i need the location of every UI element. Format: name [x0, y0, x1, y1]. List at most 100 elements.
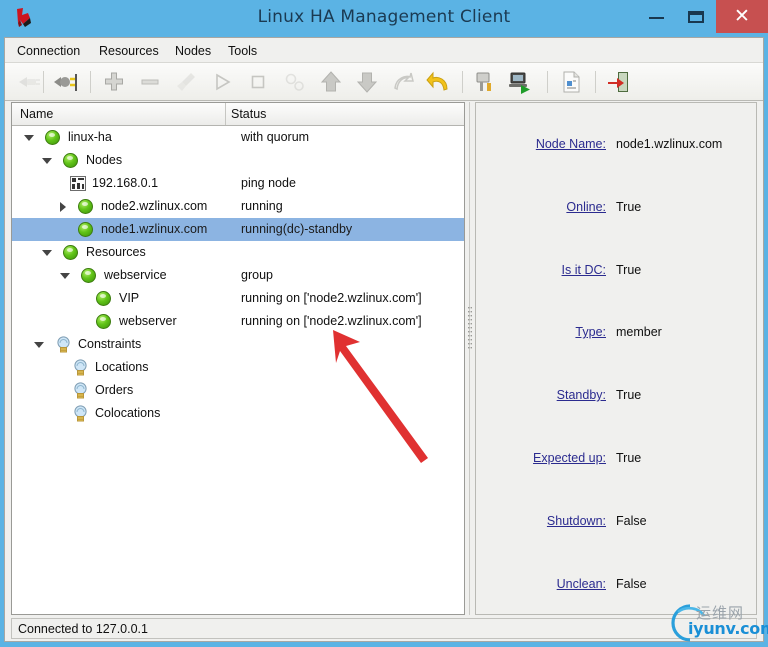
chevron-down-icon[interactable] [42, 250, 52, 256]
table-row[interactable]: linux-ha with quorum [12, 126, 464, 149]
chevron-right-icon[interactable] [60, 202, 66, 212]
close-button[interactable]: ✕ [716, 0, 768, 33]
table-row[interactable]: Nodes [12, 149, 464, 172]
detail-label-expected-up[interactable]: Expected up: [496, 450, 606, 466]
detail-label-type[interactable]: Type: [496, 324, 606, 340]
detail-value-shutdown: False [616, 514, 647, 528]
disconnect-icon[interactable] [15, 68, 43, 96]
bulb-icon [56, 336, 71, 353]
chevron-down-icon[interactable] [60, 273, 70, 279]
chevron-down-icon[interactable] [34, 342, 44, 348]
move-down-icon[interactable] [353, 68, 381, 96]
green-ball-icon [96, 314, 111, 329]
client-area: Connection Resources Nodes Tools Name St… [4, 37, 764, 642]
splitter-line [469, 102, 470, 615]
node-online-icon[interactable] [506, 68, 534, 96]
tree-node-label: Nodes [86, 153, 123, 167]
detail-value-type: member [616, 325, 662, 339]
green-ball-icon [96, 291, 111, 306]
menu-connection[interactable]: Connection [11, 42, 86, 60]
toolbar [5, 63, 763, 101]
green-ball-icon [78, 222, 93, 237]
bulb-icon [73, 359, 88, 376]
tree-node-label: node1.wzlinux.com [101, 222, 208, 236]
detail-value-standby: True [616, 388, 642, 402]
tree-node-status: running on ['node2.wzlinux.com'] [241, 291, 422, 305]
splitter-grip-icon[interactable] [468, 307, 472, 351]
table-row[interactable]: Colocations [12, 402, 464, 425]
table-row[interactable]: 192.168.0.1 ping node [12, 172, 464, 195]
add-icon[interactable] [100, 68, 128, 96]
table-row[interactable]: Constraints [12, 333, 464, 356]
manage-icon[interactable] [280, 68, 308, 96]
tree-node-label: linux-ha [68, 130, 112, 144]
revert-icon[interactable] [425, 68, 453, 96]
table-row[interactable]: Locations [12, 356, 464, 379]
table-row[interactable]: Resources [12, 241, 464, 264]
toolbar-separator [595, 71, 596, 93]
cleanup-icon[interactable] [172, 68, 200, 96]
menu-resources[interactable]: Resources [93, 42, 165, 60]
ping-node-icon [70, 176, 86, 191]
chevron-down-icon[interactable] [24, 135, 34, 141]
standby-icon[interactable] [471, 68, 499, 96]
tree-node-label: Orders [95, 383, 134, 397]
connection-status-text: Connected to 127.0.0.1 [18, 622, 148, 636]
tree-node-status: running [241, 199, 283, 213]
detail-label-online[interactable]: Online: [496, 199, 606, 215]
column-header-name[interactable]: Name [20, 106, 53, 123]
tree-node-label: webservice [104, 268, 167, 282]
bulb-icon [73, 382, 88, 399]
status-bar: Connected to 127.0.0.1 [11, 618, 757, 639]
toolbar-separator [462, 71, 463, 93]
start-icon[interactable] [208, 68, 236, 96]
tree-node-label: node2.wzlinux.com [101, 199, 208, 213]
remove-icon[interactable] [136, 68, 164, 96]
move-up-icon[interactable] [317, 68, 345, 96]
cluster-tree-pane: Name Status linux-ha with quorum Nodes 1… [11, 102, 465, 615]
tree-node-label: Locations [95, 360, 149, 374]
detail-label-shutdown[interactable]: Shutdown: [496, 513, 606, 529]
migrate-icon[interactable] [389, 68, 417, 96]
connect-icon[interactable] [51, 68, 79, 96]
detail-value-unclean: False [616, 577, 647, 591]
chevron-down-icon[interactable] [42, 158, 52, 164]
menu-bar: Connection Resources Nodes Tools [5, 38, 763, 63]
green-ball-icon [63, 245, 78, 260]
green-ball-icon [63, 153, 78, 168]
detail-value-online: True [616, 200, 642, 214]
detail-label-is-it-dc[interactable]: Is it DC: [496, 262, 606, 278]
tree-node-status: ping node [241, 176, 296, 190]
green-ball-icon [81, 268, 96, 283]
detail-label-unclean[interactable]: Unclean: [496, 576, 606, 592]
detail-label-node-name[interactable]: Node Name: [496, 136, 606, 152]
close-icon: ✕ [734, 5, 750, 27]
report-icon[interactable] [557, 68, 585, 96]
table-row[interactable]: Orders [12, 379, 464, 402]
stop-icon[interactable] [244, 68, 272, 96]
table-row[interactable]: node1.wzlinux.com running(dc)-standby [12, 218, 464, 241]
minimize-button[interactable] [636, 0, 676, 33]
table-row[interactable]: webservice group [12, 264, 464, 287]
detail-label-standby[interactable]: Standby: [496, 387, 606, 403]
tree-node-status: running on ['node2.wzlinux.com'] [241, 314, 422, 328]
title-bar: Linux HA Management Client ✕ [0, 0, 768, 37]
table-row[interactable]: VIP running on ['node2.wzlinux.com'] [12, 287, 464, 310]
exit-icon[interactable] [604, 68, 632, 96]
tree-node-label: Constraints [78, 337, 142, 351]
maximize-button[interactable] [676, 0, 716, 33]
minimize-icon [649, 17, 664, 19]
toolbar-separator [547, 71, 548, 93]
green-ball-icon [78, 199, 93, 214]
tree-node-label: webserver [119, 314, 177, 328]
pane-splitter[interactable] [466, 102, 474, 615]
table-row[interactable]: node2.wzlinux.com running [12, 195, 464, 218]
tree-node-status: running(dc)-standby [241, 222, 353, 236]
header-column-divider[interactable] [225, 103, 226, 125]
column-header-status[interactable]: Status [231, 106, 266, 123]
menu-tools[interactable]: Tools [222, 42, 263, 60]
tree-rows: linux-ha with quorum Nodes 192.168.0.1 p… [12, 126, 464, 614]
table-row[interactable]: webserver running on ['node2.wzlinux.com… [12, 310, 464, 333]
detail-value-node-name: node1.wzlinux.com [616, 137, 723, 151]
menu-nodes[interactable]: Nodes [169, 42, 217, 60]
